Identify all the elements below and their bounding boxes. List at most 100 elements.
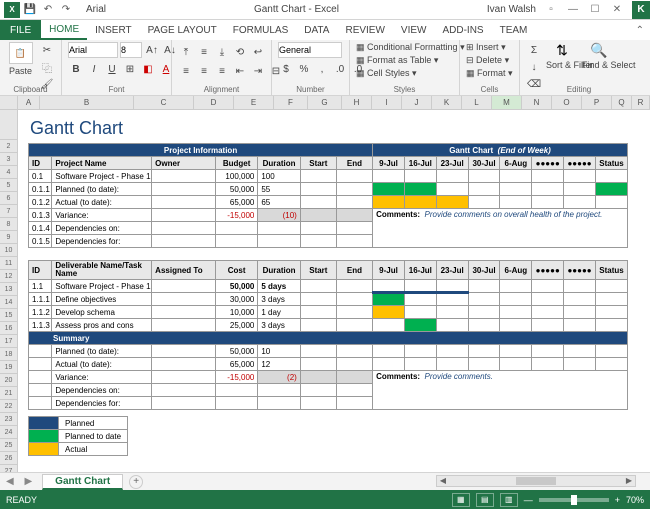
col-header[interactable]: D <box>194 96 234 109</box>
col-header[interactable]: J <box>402 96 432 109</box>
underline-button[interactable]: U <box>104 61 120 77</box>
increase-font-icon[interactable]: A↑ <box>144 42 160 58</box>
row-header[interactable]: 21 <box>0 387 17 400</box>
row-header[interactable]: 19 <box>0 361 17 374</box>
normal-view-icon[interactable]: ▦ <box>452 493 470 507</box>
row-header[interactable]: 12 <box>0 270 17 283</box>
undo-icon[interactable]: ↶ <box>40 2 56 18</box>
sort-filter-icon[interactable]: ⇅ <box>556 42 568 59</box>
font-name-input[interactable] <box>68 42 118 58</box>
row-header[interactable]: 10 <box>0 244 17 257</box>
col-header[interactable]: F <box>274 96 308 109</box>
tab-team[interactable]: TEAM <box>492 20 536 40</box>
decrease-indent-icon[interactable]: ⇤ <box>232 63 248 79</box>
row-header[interactable]: 2 <box>0 140 17 153</box>
increase-decimal-icon[interactable]: .0 <box>332 61 348 77</box>
ribbon-options-icon[interactable]: ▫ <box>540 0 562 20</box>
font-size-input[interactable] <box>120 42 142 58</box>
tab-data[interactable]: DATA <box>296 20 337 40</box>
close-icon[interactable]: ✕ <box>606 0 628 20</box>
gantt-table[interactable]: Project Information Gantt Chart (End of … <box>28 143 628 410</box>
align-center-icon[interactable]: ≡ <box>196 63 212 79</box>
row-header[interactable]: 16 <box>0 322 17 335</box>
row-header[interactable]: 25 <box>0 439 17 452</box>
copy-icon[interactable]: ⿻ <box>39 59 55 75</box>
collapse-ribbon-icon[interactable]: ⌃ <box>630 20 650 40</box>
row-header[interactable]: 24 <box>0 426 17 439</box>
minimize-icon[interactable]: — <box>562 0 584 20</box>
save-icon[interactable]: 💾 <box>22 2 38 18</box>
align-right-icon[interactable]: ≡ <box>214 63 230 79</box>
row-header[interactable]: 7 <box>0 205 17 218</box>
redo-icon[interactable]: ↷ <box>58 2 74 18</box>
col-header[interactable]: O <box>552 96 582 109</box>
row-header[interactable]: 22 <box>0 400 17 413</box>
row-header[interactable]: 5 <box>0 179 17 192</box>
delete-cells-button[interactable]: ⊟ Delete ▾ <box>466 55 509 66</box>
italic-button[interactable]: I <box>86 61 102 77</box>
col-header[interactable]: A <box>18 96 40 109</box>
row-header[interactable]: 9 <box>0 231 17 244</box>
col-header[interactable]: P <box>582 96 612 109</box>
zoom-slider[interactable] <box>539 498 609 502</box>
col-header[interactable]: N <box>522 96 552 109</box>
tab-insert[interactable]: INSERT <box>87 20 140 40</box>
comma-icon[interactable]: , <box>314 61 330 77</box>
tab-page-layout[interactable]: PAGE LAYOUT <box>140 20 225 40</box>
page-layout-view-icon[interactable]: ▤ <box>476 493 494 507</box>
fill-icon[interactable]: ↓ <box>526 59 542 75</box>
autosum-icon[interactable]: Σ <box>526 42 542 58</box>
tab-home[interactable]: HOME <box>41 20 87 40</box>
align-left-icon[interactable]: ≡ <box>178 63 194 79</box>
col-header[interactable]: H <box>342 96 372 109</box>
increase-indent-icon[interactable]: ⇥ <box>250 63 266 79</box>
col-header[interactable]: K <box>432 96 462 109</box>
col-header[interactable]: G <box>308 96 342 109</box>
find-select-icon[interactable]: 🔍 <box>590 42 607 59</box>
tab-formulas[interactable]: FORMULAS <box>225 20 297 40</box>
col-header[interactable]: L <box>462 96 492 109</box>
tab-addins[interactable]: ADD-INS <box>434 20 491 40</box>
border-icon[interactable]: ⊞ <box>122 61 138 77</box>
cell-styles-button[interactable]: ▦ Cell Styles ▾ <box>356 68 417 79</box>
row-header[interactable]: 17 <box>0 335 17 348</box>
sheet-nav-arrows[interactable]: ◀ ▶ <box>0 476 42 487</box>
conditional-formatting-button[interactable]: ▦ Conditional Formatting ▾ <box>356 42 465 53</box>
align-top-icon[interactable]: ⤒ <box>178 44 194 60</box>
col-header[interactable]: Q <box>612 96 632 109</box>
number-format-select[interactable] <box>278 42 342 58</box>
col-header[interactable]: C <box>134 96 194 109</box>
row-header[interactable]: 27 <box>0 465 17 472</box>
help-icon[interactable]: K <box>632 1 650 19</box>
page-break-view-icon[interactable]: ▥ <box>500 493 518 507</box>
col-header[interactable]: R <box>632 96 650 109</box>
bold-button[interactable]: B <box>68 61 84 77</box>
orientation-icon[interactable]: ⟲ <box>232 44 248 60</box>
row-header[interactable]: 13 <box>0 283 17 296</box>
row-header[interactable]: 6 <box>0 192 17 205</box>
currency-icon[interactable]: $ <box>278 61 294 77</box>
paste-button[interactable]: 📋 Paste <box>6 42 35 76</box>
align-middle-icon[interactable]: ≡ <box>196 44 212 60</box>
row-header[interactable]: 20 <box>0 374 17 387</box>
format-cells-button[interactable]: ▦ Format ▾ <box>466 68 513 79</box>
worksheet[interactable]: for(let i=2;i<=28;i++)document.write('<d… <box>0 110 650 472</box>
zoom-in-button[interactable]: + <box>615 495 620 505</box>
row-header[interactable]: 18 <box>0 348 17 361</box>
col-header[interactable]: B <box>40 96 134 109</box>
percent-icon[interactable]: % <box>296 61 312 77</box>
zoom-out-button[interactable]: — <box>524 495 533 505</box>
col-header[interactable]: E <box>234 96 274 109</box>
row-header[interactable]: 23 <box>0 413 17 426</box>
insert-cells-button[interactable]: ⊞ Insert ▾ <box>466 42 506 53</box>
col-header[interactable]: I <box>372 96 402 109</box>
wrap-text-icon[interactable]: ↩ <box>250 44 266 60</box>
align-bottom-icon[interactable]: ⤓ <box>214 44 230 60</box>
col-header[interactable]: M <box>492 96 522 109</box>
row-header[interactable]: 8 <box>0 218 17 231</box>
tab-file[interactable]: FILE <box>0 20 41 40</box>
tab-review[interactable]: REVIEW <box>337 20 392 40</box>
fill-color-icon[interactable]: ◧ <box>140 61 156 77</box>
row-header[interactable]: 3 <box>0 153 17 166</box>
tab-view[interactable]: VIEW <box>393 20 435 40</box>
